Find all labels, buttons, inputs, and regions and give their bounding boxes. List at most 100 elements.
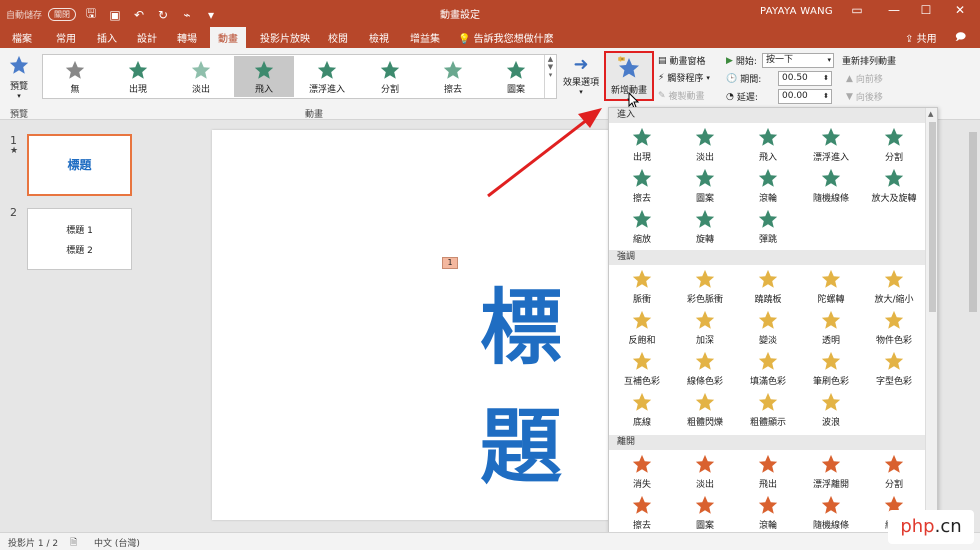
delay-spinner-icon[interactable]: ⬍ (823, 90, 829, 103)
user-name[interactable]: PAYAYA WANG (760, 6, 833, 17)
save-icon[interactable]: 🖫 (82, 4, 100, 25)
entrance-effect-item[interactable]: 縮放 (611, 208, 673, 250)
entrance-effect-item[interactable]: 彈跳 (737, 208, 799, 250)
gallery-item-float-in[interactable]: 漂浮進入 (297, 56, 357, 97)
move-later-button[interactable]: ▼ 向後移 (846, 90, 883, 104)
autosave-toggle[interactable]: 關閉 (48, 8, 77, 21)
entrance-effect-item[interactable]: 旋轉 (674, 208, 736, 250)
preview-button[interactable]: 預覽 ▾ (4, 54, 34, 100)
tab-addins[interactable]: 增益集 (410, 30, 440, 45)
dropdown-scrollbar[interactable]: ▲ (925, 108, 937, 549)
gallery-item-fade[interactable]: 淡出 (171, 56, 231, 97)
notes-icon[interactable]: 🗎 (70, 535, 77, 550)
tab-animations[interactable]: 動畫 (210, 27, 246, 48)
dropdown-scroll-thumb[interactable] (929, 122, 936, 312)
share-button[interactable]: ⇪ 共用 (905, 30, 937, 45)
editor-scrollbar[interactable] (966, 120, 980, 532)
effect-options-button[interactable]: ➜ 效果選項 ▾ (561, 54, 601, 96)
entrance-effect-item[interactable]: 放大及旋轉 (863, 167, 925, 209)
move-earlier-button[interactable]: ▲ 向前移 (846, 72, 883, 86)
close-icon[interactable]: ✕ (948, 3, 972, 17)
emphasis-effect-item[interactable]: 筆刷色彩 (800, 350, 862, 392)
editor-scroll-thumb[interactable] (969, 132, 977, 312)
emphasis-effect-item[interactable]: 線條色彩 (674, 350, 736, 392)
emphasis-effect-item[interactable]: 彩色脈衝 (674, 268, 736, 310)
entrance-effect-item[interactable]: 隨機線條 (800, 167, 862, 209)
dropdown-scroll-up-icon[interactable]: ▲ (928, 110, 933, 118)
emphasis-effect-item[interactable]: 底線 (611, 391, 673, 433)
redo-icon[interactable]: ↻ (154, 8, 172, 22)
entrance-effect-item[interactable]: 淡出 (674, 126, 736, 168)
exit-effect-item[interactable]: 分割 (863, 453, 925, 495)
emphasis-effect-item[interactable]: 陀螺轉 (800, 268, 862, 310)
entrance-effect-item[interactable]: 出現 (611, 126, 673, 168)
gallery-item-appear[interactable]: 出現 (108, 56, 168, 97)
entrance-effect-item[interactable]: 分割 (863, 126, 925, 168)
tab-view[interactable]: 檢視 (369, 30, 389, 45)
emphasis-effect-item[interactable]: 填滿色彩 (737, 350, 799, 392)
gallery-item-split[interactable]: 分割 (360, 56, 420, 97)
entrance-effect-item[interactable]: 圖案 (674, 167, 736, 209)
entrance-effect-item[interactable]: 飛入 (737, 126, 799, 168)
emphasis-effect-item[interactable]: 蹺蹺板 (737, 268, 799, 310)
trigger-button[interactable]: ⚡ 觸發程序 ▾ (658, 71, 710, 85)
gallery-scroll[interactable]: ▲ ▼ ▾ (544, 55, 556, 98)
exit-effect-item[interactable]: 隨機線條 (800, 494, 862, 536)
animation-order-tag[interactable]: 1 (442, 257, 458, 269)
exit-effect-item[interactable]: 圖案 (674, 494, 736, 536)
emphasis-effect-item[interactable]: 透明 (800, 309, 862, 351)
exit-effect-item[interactable]: 滾輪 (737, 494, 799, 536)
start-select[interactable]: 按一下 ▾ (762, 53, 834, 68)
slide-thumbnail-1[interactable]: 標題 (27, 134, 132, 196)
tab-home[interactable]: 常用 (56, 30, 76, 45)
gallery-item-shape[interactable]: 圖案 (486, 56, 546, 97)
language-status[interactable]: 中文 (台灣) (94, 536, 140, 549)
slide-thumbnail-2[interactable]: 標題 1 標題 2 (27, 208, 132, 270)
gallery-item-none[interactable]: 無 (45, 56, 105, 97)
exit-effect-item[interactable]: 消失 (611, 453, 673, 495)
undo-icon[interactable]: ↶ (130, 8, 148, 22)
gallery-more-icon[interactable]: ▾ (545, 71, 556, 79)
tell-me-box[interactable]: 💡 告訴我您想做什麼 (458, 30, 554, 45)
tab-slideshow[interactable]: 投影片放映 (260, 30, 310, 45)
exit-effect-item[interactable]: 飛出 (737, 453, 799, 495)
entrance-effect-item[interactable]: 擦去 (611, 167, 673, 209)
customize-icon[interactable]: ⌁ (178, 8, 196, 22)
exit-effect-item[interactable]: 漂浮離開 (800, 453, 862, 495)
tab-file[interactable]: 檔案 (12, 30, 32, 45)
slide-title[interactable]: 標題 (480, 261, 612, 499)
emphasis-effect-item[interactable]: 脈衝 (611, 268, 673, 310)
ribbon-display-icon[interactable]: ▭ (845, 3, 869, 17)
animation-pane-button[interactable]: ▤ 動畫窗格 (658, 54, 706, 68)
emphasis-effect-item[interactable]: 波浪 (800, 391, 862, 433)
emphasis-effect-item[interactable]: 變淡 (737, 309, 799, 351)
emphasis-effect-item[interactable]: 加深 (674, 309, 736, 351)
comments-icon[interactable]: 🗩 (955, 30, 966, 47)
entrance-effect-item[interactable]: 滾輪 (737, 167, 799, 209)
gallery-up-icon[interactable]: ▲ (545, 55, 556, 63)
exit-effect-item[interactable]: 淡出 (674, 453, 736, 495)
entrance-effect-item[interactable]: 漂浮進入 (800, 126, 862, 168)
emphasis-effect-item[interactable]: 粗體顯示 (737, 391, 799, 433)
duration-spinner-icon[interactable]: ⬍ (823, 72, 829, 85)
tab-design[interactable]: 設計 (137, 30, 157, 45)
tab-review[interactable]: 校閱 (328, 30, 348, 45)
exit-effect-item[interactable]: 擦去 (611, 494, 673, 536)
minimize-icon[interactable]: — (882, 3, 906, 17)
gallery-down-icon[interactable]: ▼ (545, 63, 556, 71)
emphasis-effect-item[interactable]: 放大/縮小 (863, 268, 925, 310)
quick-access-more-icon[interactable]: ▾ (202, 8, 220, 22)
duration-input[interactable]: 00.50 ⬍ (778, 71, 832, 86)
maximize-icon[interactable]: ☐ (914, 3, 938, 17)
delay-input[interactable]: 00.00 ⬍ (778, 89, 832, 104)
emphasis-effect-item[interactable]: 粗體閃爍 (674, 391, 736, 433)
gallery-item-wipe[interactable]: 擦去 (423, 56, 483, 97)
emphasis-effect-item[interactable]: 物件色彩 (863, 309, 925, 351)
animation-painter-button[interactable]: ✎ 複製動畫 (658, 89, 705, 103)
tab-insert[interactable]: 插入 (97, 30, 117, 45)
emphasis-effect-item[interactable]: 反飽和 (611, 309, 673, 351)
gallery-item-fly-in[interactable]: 飛入 (234, 56, 294, 97)
emphasis-effect-item[interactable]: 互補色彩 (611, 350, 673, 392)
emphasis-effect-item[interactable]: 字型色彩 (863, 350, 925, 392)
tab-transitions[interactable]: 轉場 (177, 30, 197, 45)
